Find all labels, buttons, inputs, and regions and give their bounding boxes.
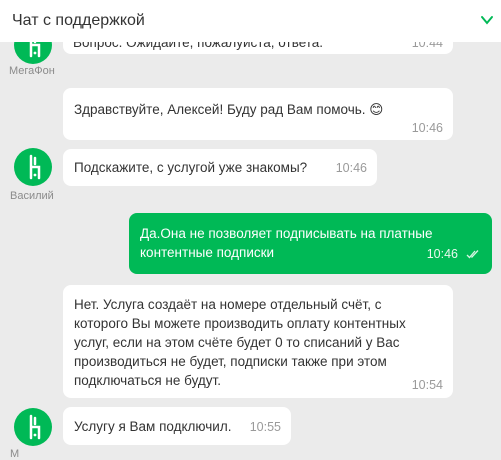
user-message-bubble: Да.Она не позволяет подписывать на платн…	[129, 213, 492, 274]
chevron-down-icon[interactable]	[479, 12, 495, 28]
sender-label: Василий	[10, 190, 54, 202]
read-checkmark-icon	[466, 250, 479, 259]
message-time: 10:46	[335, 161, 367, 175]
sender-label: МегаФон	[9, 65, 55, 77]
agent-avatar	[14, 148, 52, 186]
message-bubble: Нет. Услуга создаёт на номере отдельный …	[63, 285, 453, 398]
message-time: 10:54	[411, 378, 443, 392]
message-bubble: Услугу я Вам подключил. 10:55	[63, 407, 291, 445]
agent-avatar	[14, 408, 52, 446]
message-bubble: Подскажите, с услугой уже знакомы? 10:46	[63, 149, 377, 186]
message-time: 10:46	[411, 121, 443, 135]
sender-label: М	[10, 448, 20, 460]
chat-header: Чат с поддержкой	[0, 0, 501, 42]
message-time: 10:55	[249, 420, 281, 434]
message-text: Услугу я Вам подключил.	[74, 419, 232, 434]
megafon-logo-icon	[29, 414, 41, 440]
message-bubble: Здравствуйте, Алексей! Буду рад Вам помо…	[63, 88, 453, 140]
message-time: 10:46	[426, 247, 458, 261]
message-text: Нет. Услуга создаёт на номере отдельный …	[74, 297, 406, 388]
chat-feed: МегаФон Вопрос. Ожидайте, пожалуйста, от…	[0, 0, 501, 460]
message-text: Здравствуйте, Алексей! Буду рад Вам помо…	[74, 102, 384, 117]
chat-title: Чат с поддержкой	[12, 12, 145, 29]
megafon-logo-icon	[29, 154, 41, 180]
message-text: Да.Она не позволяет подписывать на платн…	[140, 226, 433, 260]
message-text: Подскажите, с услугой уже знакомы?	[74, 160, 308, 175]
